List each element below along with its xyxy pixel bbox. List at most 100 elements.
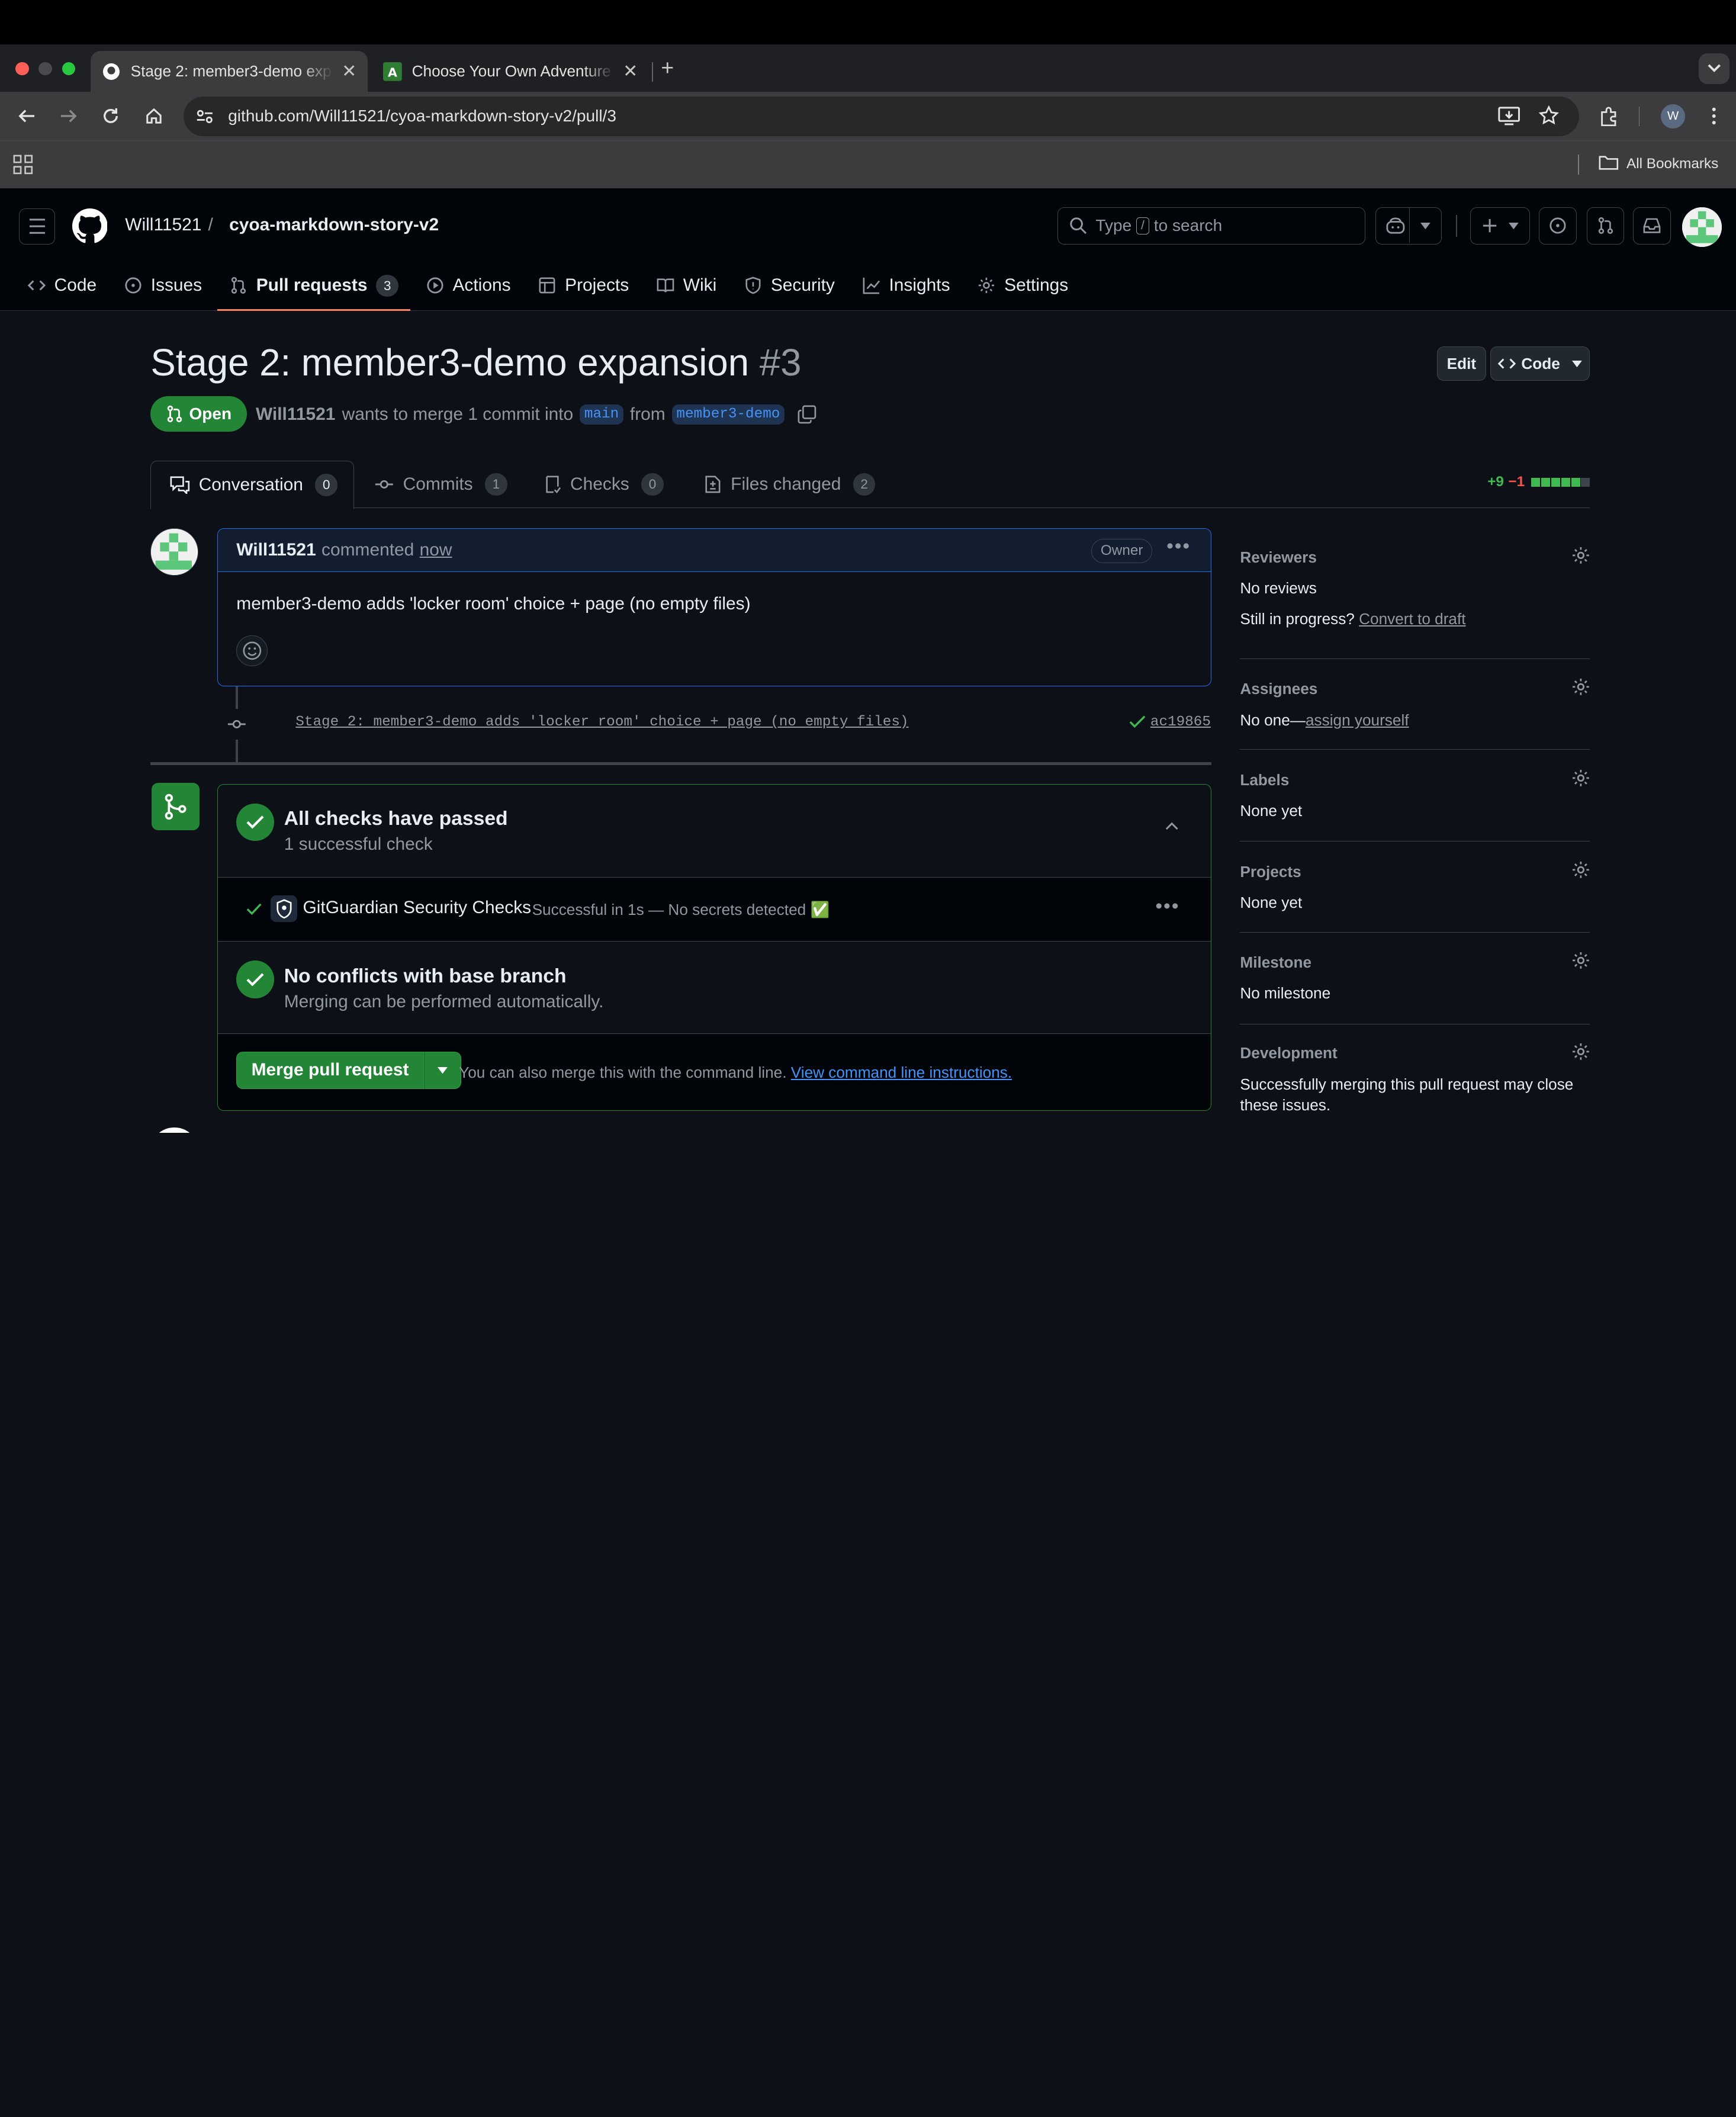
- tab-checks[interactable]: Checks 0: [544, 461, 664, 508]
- chrome-menu-icon[interactable]: [1700, 103, 1727, 130]
- github-header: Will11521 / cyoa-markdown-story-v2 Type …: [0, 188, 1736, 311]
- tab-files-changed[interactable]: Files changed 2: [704, 461, 876, 508]
- merge-options-chevron-icon[interactable]: [423, 1051, 462, 1090]
- browser-tab-active[interactable]: Stage 2: member3-demo expansion ✕: [91, 51, 368, 92]
- pr-tabs: Conversation 0 Commits 1 Checks 0 Files …: [150, 460, 1590, 510]
- labels-heading[interactable]: Labels: [1240, 771, 1289, 789]
- home-icon[interactable]: [140, 103, 167, 130]
- head-branch[interactable]: member3-demo: [671, 404, 785, 425]
- repo-name-link[interactable]: cyoa-markdown-story-v2: [229, 215, 439, 235]
- merge-box: All checks have passed 1 successful chec…: [217, 783, 1211, 1111]
- check-row: GitGuardian Security Checks Successful i…: [217, 878, 1211, 942]
- merge-pull-request-button[interactable]: Merge pull request: [236, 1051, 424, 1090]
- global-nav-menu-icon[interactable]: [18, 208, 56, 245]
- tab-conversation[interactable]: Conversation 0: [150, 460, 355, 510]
- profile-avatar[interactable]: W: [1661, 104, 1686, 129]
- milestone-heading[interactable]: Milestone: [1240, 953, 1311, 972]
- close-tab-icon[interactable]: ✕: [342, 61, 356, 82]
- site-settings-icon[interactable]: [195, 107, 215, 131]
- commit-sha[interactable]: ac19865: [1129, 714, 1211, 730]
- diffstat-add-block: [1531, 477, 1541, 487]
- repo-owner-link[interactable]: Will11521: [125, 215, 201, 235]
- nav-insights[interactable]: Insights: [850, 266, 962, 306]
- apps-grid-icon[interactable]: [13, 155, 33, 179]
- extensions-icon[interactable]: [1596, 103, 1622, 130]
- split-divider: [1409, 207, 1410, 243]
- gear-icon[interactable]: [1571, 1042, 1590, 1066]
- nav-settings[interactable]: Settings: [966, 266, 1081, 306]
- all-bookmarks-button[interactable]: All Bookmarks: [1599, 155, 1718, 174]
- reload-icon[interactable]: [98, 103, 124, 130]
- install-app-icon[interactable]: [1498, 106, 1520, 131]
- browser-tab[interactable]: A Choose Your Own Adventure ✕: [372, 51, 649, 92]
- sidebar-labels: Labels None yet: [1240, 769, 1590, 842]
- close-tab-icon[interactable]: ✕: [623, 61, 638, 82]
- new-tab-icon[interactable]: +: [661, 55, 674, 81]
- os-top-bar: [0, 0, 1736, 44]
- copilot-button[interactable]: [1375, 207, 1442, 245]
- search-input[interactable]: Type / to search: [1057, 207, 1365, 245]
- minimize-window-button[interactable]: [38, 62, 52, 76]
- create-new-button[interactable]: [1470, 207, 1531, 245]
- gear-icon[interactable]: [1571, 677, 1590, 701]
- git-merge-icon: [152, 783, 200, 831]
- assignees-heading[interactable]: Assignees: [1240, 680, 1317, 698]
- bookmarks-divider: [1577, 154, 1579, 175]
- github-logo-icon[interactable]: [72, 208, 108, 249]
- nav-pull-requests[interactable]: Pull requests 3: [217, 266, 412, 311]
- edit-button[interactable]: Edit: [1437, 346, 1486, 381]
- chevron-down-icon[interactable]: [1420, 222, 1431, 230]
- check-options-icon[interactable]: •••: [1155, 895, 1179, 918]
- gear-icon[interactable]: [1571, 546, 1590, 570]
- projects-heading[interactable]: Projects: [1240, 863, 1301, 881]
- commit-message-link[interactable]: Stage 2: member3-demo adds 'locker room'…: [295, 714, 908, 730]
- nav-projects[interactable]: Projects: [526, 266, 641, 306]
- comment-card: Will11521 commented now Owner ••• member…: [217, 528, 1211, 687]
- conflicts-title: No conflicts with base branch: [284, 965, 567, 987]
- address-bar[interactable]: github.com/Will11521/cyoa-markdown-story…: [184, 96, 1579, 136]
- pull-requests-icon[interactable]: [1586, 207, 1625, 245]
- development-value-line1: Successfully merging this pull request m…: [1240, 1075, 1574, 1093]
- comment-options-icon[interactable]: •••: [1166, 535, 1191, 558]
- add-reaction-icon[interactable]: [236, 635, 268, 666]
- back-icon[interactable]: [13, 103, 40, 130]
- gear-icon[interactable]: [1571, 860, 1590, 884]
- user-avatar[interactable]: [1682, 207, 1722, 247]
- pr-author-link[interactable]: Will11521: [256, 404, 335, 425]
- development-heading[interactable]: Development: [1240, 1044, 1337, 1062]
- sidebar-assignees: Assignees No one—assign yourself: [1240, 677, 1590, 750]
- nav-security[interactable]: Security: [732, 266, 847, 306]
- check-name[interactable]: GitGuardian Security Checks: [303, 898, 532, 918]
- close-window-button[interactable]: [15, 62, 29, 76]
- comment-timestamp[interactable]: now: [420, 540, 452, 560]
- copy-icon[interactable]: [798, 405, 816, 424]
- nav-code[interactable]: Code: [15, 266, 108, 306]
- tab-search-chevron-icon[interactable]: [1698, 53, 1729, 85]
- convert-to-draft-link[interactable]: Convert to draft: [1359, 610, 1465, 628]
- merge-hint-text: You can also merge this with the command…: [459, 1064, 787, 1082]
- base-branch[interactable]: main: [580, 404, 623, 425]
- bookmark-star-icon[interactable]: [1538, 105, 1560, 130]
- checks-summary[interactable]: All checks have passed 1 successful chec…: [217, 785, 1211, 878]
- chevron-up-icon[interactable]: [1165, 821, 1178, 830]
- issues-icon[interactable]: [1539, 207, 1577, 245]
- gear-icon[interactable]: [1571, 951, 1590, 975]
- gear-icon[interactable]: [1571, 769, 1590, 792]
- reviewers-heading[interactable]: Reviewers: [1240, 548, 1317, 567]
- forward-icon[interactable]: [56, 103, 82, 130]
- comment-author[interactable]: Will11521: [236, 540, 316, 560]
- diffstat-neutral-block: [1581, 477, 1590, 487]
- tab-commits[interactable]: Commits 1: [374, 461, 507, 508]
- tab-title: Choose Your Own Adventure: [412, 62, 611, 81]
- pr-count-badge: 3: [376, 274, 398, 297]
- code-dropdown-button[interactable]: Code: [1490, 346, 1590, 381]
- nav-issues[interactable]: Issues: [112, 266, 214, 306]
- nav-wiki[interactable]: Wiki: [644, 266, 728, 306]
- assign-yourself-link[interactable]: assign yourself: [1306, 711, 1409, 729]
- timeline-break: [150, 762, 1211, 766]
- comment-author-avatar[interactable]: [150, 528, 198, 576]
- nav-actions[interactable]: Actions: [414, 266, 523, 306]
- command-line-instructions-link[interactable]: View command line instructions.: [791, 1064, 1012, 1081]
- zoom-window-button[interactable]: [62, 62, 76, 76]
- inbox-icon[interactable]: [1633, 207, 1671, 245]
